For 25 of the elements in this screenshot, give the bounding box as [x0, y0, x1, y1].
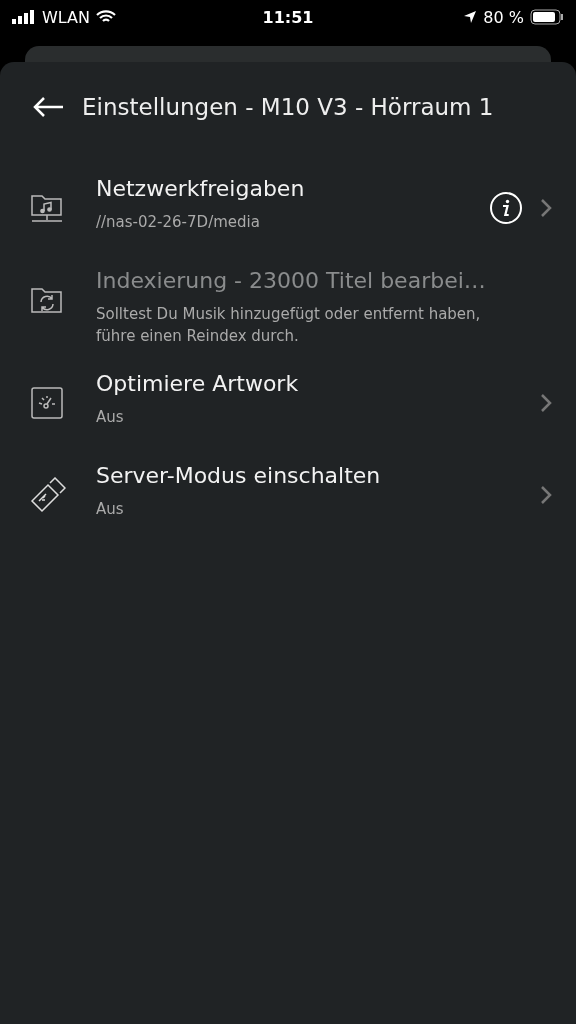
- carrier-label: WLAN: [42, 7, 90, 27]
- setting-subtitle: Solltest Du Musik hinzugefügt oder entfernt haben, führe einen Reindex durch.: [96, 304, 482, 347]
- setting-title[interactable]: Server-Modus einschalten: [96, 463, 540, 488]
- battery-percent: 80 %: [483, 7, 524, 27]
- setting-title: Indexierung - 23000 Titel bearbei…: [96, 268, 487, 293]
- chevron-right-icon[interactable]: [540, 393, 552, 413]
- battery-icon: [530, 9, 564, 25]
- refresh-folder-icon: [30, 285, 64, 315]
- clock-time: 11:51: [262, 7, 314, 27]
- setting-subtitle: //nas-02-26-7D/media: [96, 212, 261, 233]
- usb-stick-icon: [30, 477, 66, 513]
- music-folder-icon: [30, 193, 64, 223]
- setting-subtitle: Aus: [96, 407, 125, 428]
- setting-title[interactable]: Netzwerkfreigaben: [96, 176, 490, 201]
- location-arrow-icon: [463, 10, 478, 24]
- gauge-icon: [30, 386, 64, 420]
- info-button[interactable]: [490, 192, 522, 224]
- setting-subtitle: Aus: [96, 499, 125, 520]
- page-title: Einstellungen - M10 V3 - Hörraum 1: [82, 94, 494, 120]
- chevron-right-icon[interactable]: [540, 198, 552, 218]
- signal-icon: [12, 10, 36, 24]
- wifi-icon: [96, 10, 116, 24]
- back-button[interactable]: [32, 96, 64, 118]
- setting-title[interactable]: Optimiere Artwork: [96, 371, 540, 396]
- chevron-right-icon[interactable]: [540, 485, 552, 505]
